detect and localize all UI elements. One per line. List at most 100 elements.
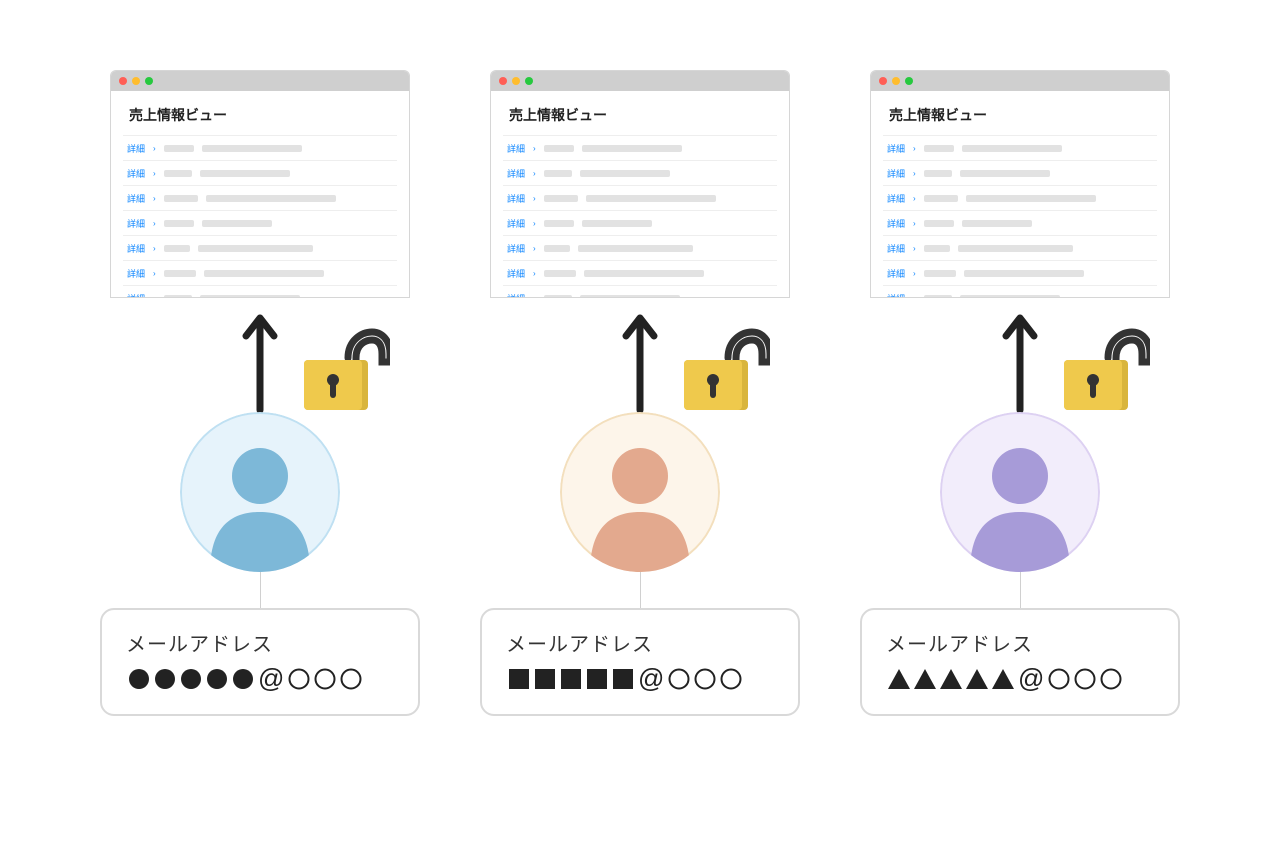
access-arrow-group — [490, 298, 790, 418]
view-title: 売上情報ビュー — [111, 91, 409, 135]
placeholder-bar — [164, 270, 196, 277]
detail-link[interactable]: 詳細 — [507, 242, 525, 255]
table-row: 詳細 › — [503, 286, 777, 298]
mask-circle-icon — [178, 668, 204, 690]
detail-link[interactable]: 詳細 — [887, 167, 905, 180]
at-symbol: @ — [256, 663, 286, 694]
placeholder-bar — [578, 245, 693, 252]
user-column-3: 売上情報ビュー 詳細 › 詳細 › 詳細 › 詳細 › 詳 — [860, 70, 1180, 716]
browser-titlebar — [111, 71, 409, 91]
detail-link[interactable]: 詳細 — [887, 192, 905, 205]
table-row: 詳細 › — [883, 236, 1157, 261]
detail-link[interactable]: 詳細 — [507, 167, 525, 180]
email-masked-value: @ — [886, 663, 1154, 694]
detail-link[interactable]: 詳細 — [127, 142, 145, 155]
user-column-2: 売上情報ビュー 詳細 › 詳細 › 詳細 › 詳細 › 詳 — [480, 70, 800, 716]
placeholder-bar — [544, 270, 576, 277]
table-row: 詳細 › — [123, 186, 397, 211]
traffic-light-close-icon — [879, 77, 887, 85]
placeholder-bar — [198, 245, 313, 252]
browser-titlebar — [871, 71, 1169, 91]
placeholder-bar — [200, 170, 290, 177]
user-avatar — [940, 412, 1100, 572]
placeholder-bar — [582, 220, 652, 227]
view-title: 売上情報ビュー — [871, 91, 1169, 135]
detail-link[interactable]: 詳細 — [507, 192, 525, 205]
detail-link[interactable]: 詳細 — [127, 242, 145, 255]
placeholder-bar — [964, 270, 1084, 277]
detail-link[interactable]: 詳細 — [127, 217, 145, 230]
placeholder-bar — [164, 245, 190, 252]
at-symbol: @ — [636, 663, 666, 694]
traffic-light-zoom-icon — [905, 77, 913, 85]
detail-link[interactable]: 詳細 — [127, 167, 145, 180]
browser-window: 売上情報ビュー 詳細 › 詳細 › 詳細 › 詳細 › 詳 — [490, 70, 790, 298]
mask-square-icon — [558, 668, 584, 690]
mask-circle-icon — [204, 668, 230, 690]
user-avatar — [180, 412, 340, 572]
detail-link[interactable]: 詳細 — [887, 242, 905, 255]
placeholder-bar — [544, 195, 578, 202]
chevron-right-icon: › — [533, 194, 536, 203]
connector-line — [260, 572, 261, 608]
placeholder-bar — [582, 145, 682, 152]
mask-triangle-icon — [886, 668, 912, 690]
table-row: 詳細 › — [883, 286, 1157, 298]
unlocked-lock-icon — [1050, 318, 1150, 418]
placeholder-bar — [924, 220, 954, 227]
detail-link[interactable]: 詳細 — [887, 142, 905, 155]
mask-hollow-circle-icon — [1072, 668, 1098, 690]
table-row: 詳細 › — [123, 236, 397, 261]
email-masked-value: @ — [506, 663, 774, 694]
mask-hollow-circle-icon — [1046, 668, 1072, 690]
chevron-right-icon: › — [913, 144, 916, 153]
mask-triangle-icon — [964, 668, 990, 690]
mask-circle-icon — [126, 668, 152, 690]
placeholder-bar — [544, 145, 574, 152]
detail-link[interactable]: 詳細 — [507, 267, 525, 280]
chevron-right-icon: › — [913, 219, 916, 228]
mask-circle-icon — [230, 668, 256, 690]
email-masked-value: @ — [126, 663, 394, 694]
browser-window: 売上情報ビュー 詳細 › 詳細 › 詳細 › 詳細 › 詳 — [110, 70, 410, 298]
detail-link[interactable]: 詳細 — [127, 267, 145, 280]
mask-hollow-circle-icon — [312, 668, 338, 690]
detail-link[interactable]: 詳細 — [507, 217, 525, 230]
traffic-light-close-icon — [119, 77, 127, 85]
data-table: 詳細 › 詳細 › 詳細 › 詳細 › 詳細 › — [503, 135, 777, 298]
placeholder-bar — [586, 195, 716, 202]
table-row: 詳細 › — [883, 261, 1157, 286]
traffic-light-zoom-icon — [145, 77, 153, 85]
placeholder-bar — [962, 220, 1032, 227]
table-row: 詳細 › — [123, 136, 397, 161]
traffic-light-zoom-icon — [525, 77, 533, 85]
placeholder-bar — [202, 220, 272, 227]
email-card: メールアドレス @ — [480, 608, 800, 716]
mask-hollow-circle-icon — [286, 668, 312, 690]
placeholder-bar — [924, 195, 958, 202]
view-title: 売上情報ビュー — [491, 91, 789, 135]
access-arrow-group — [110, 298, 410, 418]
up-arrow-icon — [1000, 306, 1040, 416]
placeholder-bar — [204, 270, 324, 277]
mask-hollow-circle-icon — [666, 668, 692, 690]
detail-link[interactable]: 詳細 — [887, 267, 905, 280]
detail-link[interactable]: 詳細 — [887, 217, 905, 230]
detail-link[interactable]: 詳細 — [127, 192, 145, 205]
chevron-right-icon: › — [153, 169, 156, 178]
placeholder-bar — [206, 195, 336, 202]
placeholder-bar — [164, 220, 194, 227]
table-row: 詳細 › — [503, 186, 777, 211]
placeholder-bar — [962, 145, 1062, 152]
detail-link[interactable]: 詳細 — [507, 142, 525, 155]
placeholder-bar — [164, 170, 192, 177]
unlocked-lock-icon — [290, 318, 390, 418]
mask-square-icon — [610, 668, 636, 690]
placeholder-bar — [202, 145, 302, 152]
mask-triangle-icon — [938, 668, 964, 690]
browser-window: 売上情報ビュー 詳細 › 詳細 › 詳細 › 詳細 › 詳 — [870, 70, 1170, 298]
placeholder-bar — [584, 270, 704, 277]
chevron-right-icon: › — [153, 219, 156, 228]
email-card: メールアドレス @ — [100, 608, 420, 716]
chevron-right-icon: › — [913, 169, 916, 178]
